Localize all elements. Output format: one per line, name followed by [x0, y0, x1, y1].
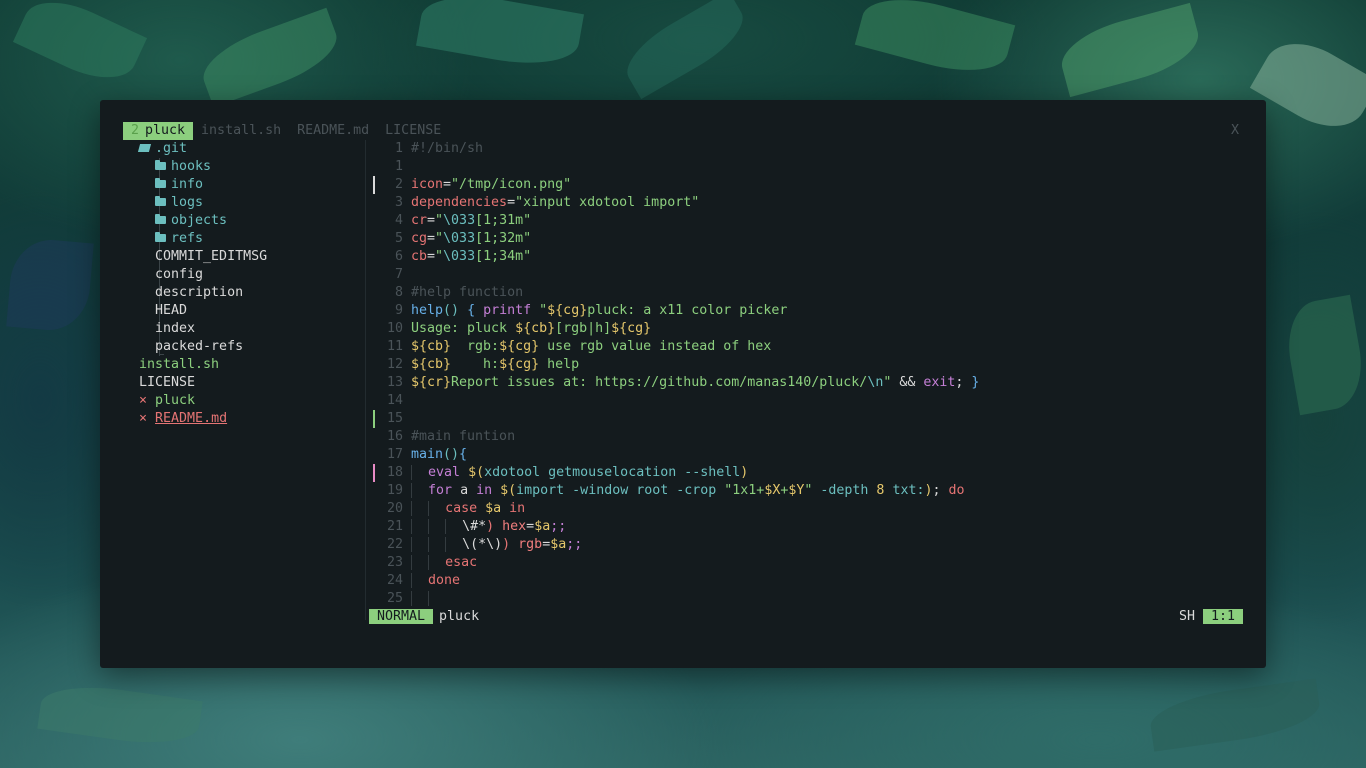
code-line: 1: [394, 159, 403, 174]
folder-icon: [155, 196, 167, 206]
statusline: NORMAL pluck SH 1:1: [369, 608, 1243, 626]
cursor-marker: [373, 176, 375, 194]
code-line: 25: [373, 590, 1243, 608]
tree-file-pluck[interactable]: × pluck: [139, 392, 369, 410]
modified-marker: ×: [139, 393, 148, 408]
tree-dir-refs[interactable]: refs: [139, 230, 369, 248]
tab-readme[interactable]: README.md: [289, 122, 377, 140]
code-line: 14: [386, 393, 403, 408]
tab-license[interactable]: LICENSE: [377, 122, 449, 140]
cursor-position: 1:1: [1202, 609, 1243, 624]
tree-file-commit-editmsg[interactable]: COMMIT_EDITMSG: [139, 248, 369, 266]
code-line: 10 Usage: pluck ${cb}[rgb|h]${cg}: [386, 321, 652, 336]
code-line: 15: [373, 410, 1243, 428]
modified-marker: ×: [139, 411, 148, 426]
editor-buffer[interactable]: 1 #!/bin/sh 1 2 icon="/tmp/icon.png" 3 depe…: [373, 140, 1243, 608]
git-changed-marker: [373, 464, 375, 482]
tree-dir-logs[interactable]: logs: [139, 194, 369, 212]
tree-dir-hooks[interactable]: hooks: [139, 158, 369, 176]
tree-file-head[interactable]: HEAD: [139, 302, 369, 320]
code-line: 5 cg="\033[1;32m": [394, 231, 532, 246]
tree-file-packed-refs[interactable]: packed-refs: [139, 338, 369, 356]
code-line: 11 ${cb} rgb:${cg} use rgb value instead …: [386, 339, 772, 354]
mode-indicator: NORMAL: [369, 609, 434, 624]
git-added-marker: [373, 410, 375, 428]
code-line: 19 for a in $(import -window root -crop …: [386, 483, 965, 498]
tree-file-config[interactable]: config: [139, 266, 369, 284]
status-filename: pluck: [439, 609, 480, 624]
code-line: 16 #main funtion: [386, 429, 516, 444]
code-line: 13 ${cr}Report issues at: https://github.…: [386, 375, 980, 390]
tree-file-readme[interactable]: × README.md: [139, 410, 369, 428]
code-line: 17 main(){: [386, 447, 468, 462]
terminal-window: 2 pluck install.sh README.md LICENSE X .git h…: [100, 100, 1266, 668]
code-line: 12 ${cb} h:${cg} help: [386, 357, 580, 372]
status-filetype: SH: [1178, 609, 1195, 624]
tree-file-install-sh[interactable]: install.sh: [139, 356, 369, 374]
code-line: 3 dependencies="xinput xdotool import": [394, 195, 700, 210]
tree-dir-objects[interactable]: objects: [139, 212, 369, 230]
close-tab-button[interactable]: X: [1231, 122, 1239, 140]
code-line: 20 case $a in: [386, 501, 526, 516]
split-separator: [365, 140, 366, 620]
code-line: 23 esac: [386, 555, 478, 570]
code-line: 1 #!/bin/sh: [394, 141, 484, 156]
folder-icon: [155, 214, 167, 224]
folder-icon: [155, 232, 167, 242]
file-tree: .git hooks info logs objects refs COMMIT…: [137, 140, 369, 428]
code-line: 9 help() { printf "${cg}pluck: a x11 colo…: [394, 303, 788, 318]
code-line: 22 \(*\)) rgb=$a;;: [386, 537, 583, 552]
code-line: 6 cb="\033[1;34m": [394, 249, 532, 264]
code-line: 4 cr="\033[1;31m": [394, 213, 532, 228]
tree-dir-info[interactable]: info: [139, 176, 369, 194]
code-line: 2 icon="/tmp/icon.png": [373, 176, 1243, 194]
tabline: 2 pluck install.sh README.md LICENSE X: [123, 122, 1243, 140]
tree-file-description[interactable]: description: [139, 284, 369, 302]
tab-pluck[interactable]: 2 pluck: [123, 122, 194, 140]
tree-file-license[interactable]: LICENSE: [139, 374, 369, 392]
folder-icon: [155, 178, 167, 188]
code-line: 8 #help function: [394, 285, 524, 300]
tree-file-index[interactable]: index: [139, 320, 369, 338]
tree-dir-git[interactable]: .git: [137, 140, 369, 158]
code-line: 24 done: [386, 573, 461, 588]
vim-editor: 2 pluck install.sh README.md LICENSE X .git h…: [123, 122, 1243, 628]
folder-open-icon: [137, 144, 152, 152]
code-line: 21 \#*) hex=$a;;: [386, 519, 567, 534]
folder-icon: [155, 160, 167, 170]
code-line: 18 eval $(xdotool getmouselocation --she…: [373, 464, 1243, 482]
code-line: 7: [394, 267, 403, 282]
tab-install-sh[interactable]: install.sh: [193, 122, 289, 140]
